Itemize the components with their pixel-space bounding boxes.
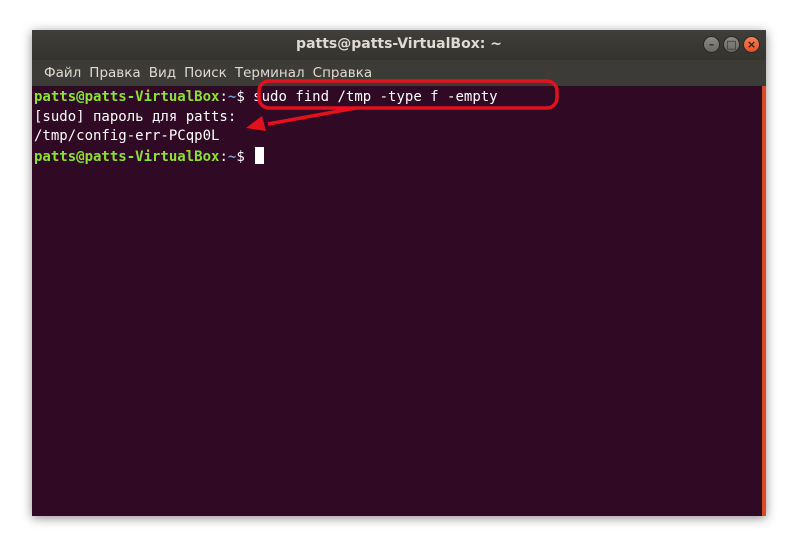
minimize-icon[interactable]: –	[703, 36, 720, 53]
menu-item-help[interactable]: Справка	[309, 65, 376, 81]
prompt-symbol: $	[236, 89, 254, 105]
title-bar[interactable]: patts@patts-VirtualBox: ~ – □ ×	[32, 30, 766, 60]
menu-item-edit[interactable]: Правка	[85, 65, 144, 81]
prompt-symbol: $	[236, 148, 254, 165]
prompt-separator: :	[219, 89, 228, 105]
terminal-window: patts@patts-VirtualBox: ~ – □ × Файл Пра…	[32, 30, 766, 516]
terminal-line: patts@patts-VirtualBox:~$ sudo find /tmp…	[34, 88, 498, 108]
prompt-user: patts@patts-VirtualBox	[34, 148, 220, 165]
window-title: patts@patts-VirtualBox: ~	[296, 36, 502, 52]
menu-bar: Файл Правка Вид Поиск Терминал Справка	[32, 60, 766, 86]
terminal-line: /tmp/config-err-PCqp0L	[34, 128, 220, 144]
menu-item-search[interactable]: Поиск	[180, 65, 231, 81]
window-controls: – □ ×	[703, 36, 760, 53]
prompt-separator: :	[219, 148, 228, 165]
menu-item-view[interactable]: Вид	[145, 65, 180, 81]
terminal-line: patts@patts-VirtualBox:~$	[34, 146, 265, 168]
scrollbar[interactable]	[762, 86, 766, 516]
prompt-user: patts@patts-VirtualBox	[34, 89, 220, 105]
terminal-output[interactable]: patts@patts-VirtualBox:~$ sudo find /tmp…	[32, 86, 766, 516]
command-text: sudo find /tmp -type f -empty	[253, 89, 498, 105]
maximize-icon[interactable]: □	[723, 36, 740, 53]
menu-item-file[interactable]: Файл	[40, 65, 85, 81]
menu-item-terminal[interactable]: Терминал	[231, 65, 309, 81]
text-cursor	[255, 146, 265, 164]
close-icon[interactable]: ×	[743, 36, 760, 53]
terminal-line: [sudo] пароль для patts:	[34, 108, 237, 125]
